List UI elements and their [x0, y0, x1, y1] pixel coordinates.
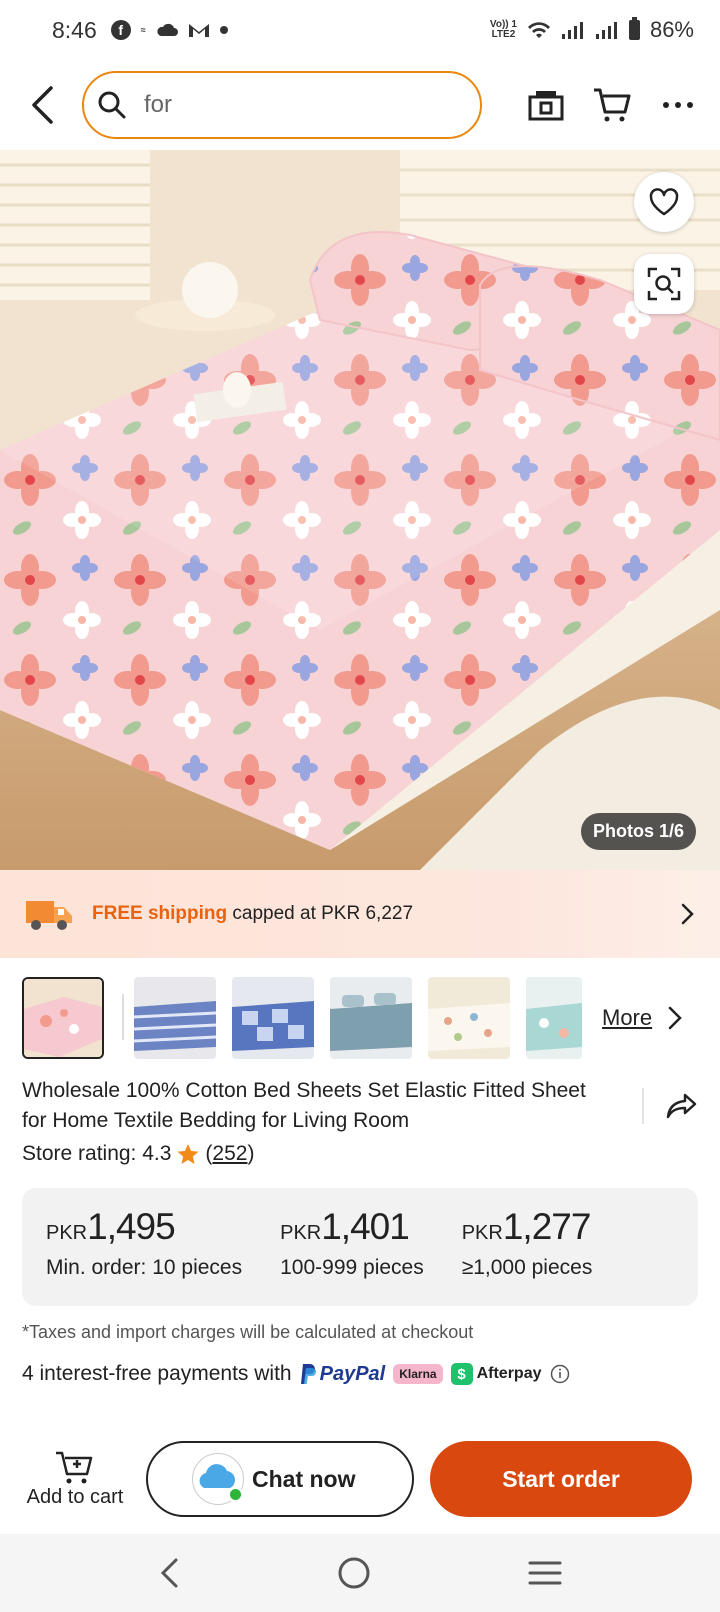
tax-note: *Taxes and import charges will be calcul…	[22, 1322, 474, 1342]
nav-back-icon[interactable]	[158, 1557, 180, 1589]
favorite-button[interactable]	[634, 172, 694, 232]
thumbnail-4[interactable]	[330, 977, 412, 1059]
image-scan-icon	[647, 267, 681, 301]
battery-icon	[628, 17, 640, 40]
supplier-avatar	[192, 1453, 244, 1505]
thumbnail-6[interactable]	[526, 977, 582, 1059]
volte-indicator: Vo)) 1 LTE2	[489, 19, 517, 40]
cloud-icon	[157, 23, 178, 36]
wifi-icon	[527, 22, 550, 38]
store-rating: Store rating: 4.3 (252)	[22, 1142, 255, 1165]
gmail-icon	[188, 24, 209, 37]
afterpay-icon: $	[450, 1363, 473, 1385]
search-icon	[98, 91, 126, 119]
store-rating-label: Store rating: 4.3	[22, 1142, 172, 1165]
price-tier-1: PKR 1,495 Min. order: 10 pieces	[46, 1206, 243, 1279]
nav-home-icon[interactable]	[337, 1556, 371, 1590]
thumbnail-divider	[122, 994, 124, 1040]
star-icon	[177, 1144, 199, 1164]
chevron-right-icon	[668, 1006, 682, 1030]
price-tiers: PKR 1,495 Min. order: 10 pieces PKR 1,401 …	[22, 1188, 698, 1306]
thumbnail-1[interactable]	[22, 977, 104, 1059]
more-options-button[interactable]	[654, 81, 702, 129]
system-navigation-bar	[0, 1534, 720, 1612]
review-count-link[interactable]: 252	[212, 1142, 247, 1165]
chat-now-label: Chat now	[252, 1465, 356, 1492]
more-variants-link[interactable]: More	[602, 1005, 682, 1031]
payment-options[interactable]: 4 interest-free payments with PayPal Kla…	[22, 1362, 570, 1386]
camera-icon	[528, 91, 564, 121]
image-search-button[interactable]	[522, 81, 570, 129]
search-query: for	[144, 91, 173, 118]
variant-thumbnails: More	[22, 976, 702, 1060]
photos-counter-badge: Photos 1/6	[580, 813, 696, 850]
more-label: More	[602, 1005, 653, 1030]
paypal-logo: PayPal	[300, 1363, 385, 1386]
search-input[interactable]: for	[82, 71, 482, 139]
price-tier-2: PKR 1,401 100-999 pieces	[280, 1206, 424, 1279]
product-title-area: Wholesale 100% Cotton Bed Sheets Set Ela…	[22, 1076, 698, 1136]
status-bar: 8:46 f ≈ Vo)) 1 LTE2 86%	[0, 0, 720, 60]
facebook-notification-icon: f	[110, 20, 131, 40]
nav-recents-icon[interactable]	[528, 1560, 562, 1586]
visual-search-button[interactable]	[634, 254, 694, 314]
payments-label: 4 interest-free payments with	[22, 1362, 292, 1385]
klarna-logo: Klarna	[393, 1364, 443, 1384]
add-to-cart-label: Add to cart	[26, 1485, 124, 1508]
cart-icon	[594, 88, 631, 122]
thumbnail-3[interactable]	[232, 977, 314, 1059]
back-icon	[32, 86, 53, 124]
delivery-truck-icon	[26, 901, 72, 930]
paypal-icon	[300, 1364, 316, 1384]
price-tier-3: PKR 1,277 ≥1,000 pieces	[461, 1206, 593, 1279]
heart-icon	[649, 188, 679, 216]
more-notifications-dot	[219, 26, 228, 34]
afterpay-logo: $ Afterpay	[450, 1363, 542, 1385]
more-icon	[663, 102, 693, 108]
add-to-cart-button[interactable]: Add to cart	[22, 1450, 128, 1509]
product-photo	[0, 150, 720, 870]
status-time: 8:46	[52, 16, 97, 43]
share-button[interactable]	[642, 1088, 698, 1124]
app-notification-icon: ≈	[140, 25, 146, 35]
product-image-gallery[interactable]: Photos 1/6	[0, 150, 720, 870]
battery-level: 86%	[649, 17, 694, 42]
thumbnail-2[interactable]	[134, 977, 216, 1059]
info-icon[interactable]	[550, 1364, 570, 1384]
signal-icon-2	[595, 22, 617, 39]
product-title: Wholesale 100% Cotton Bed Sheets Set Ela…	[22, 1079, 586, 1132]
share-icon	[666, 1093, 697, 1119]
bottom-action-bar: Add to cart Chat now Start order	[0, 1434, 720, 1524]
chat-now-button[interactable]: Chat now	[146, 1441, 414, 1517]
signal-icon-1	[561, 22, 583, 39]
top-header: for	[0, 60, 720, 150]
thumbnail-5[interactable]	[428, 977, 510, 1059]
free-shipping-banner[interactable]: FREE shipping capped at PKR 6,227	[0, 870, 720, 958]
cart-button[interactable]	[588, 81, 636, 129]
chevron-right-icon	[681, 903, 694, 925]
back-button[interactable]	[18, 81, 66, 129]
shipping-text: FREE shipping capped at PKR 6,227	[92, 903, 414, 924]
start-order-button[interactable]: Start order	[430, 1441, 692, 1517]
add-to-cart-icon	[56, 1451, 93, 1483]
